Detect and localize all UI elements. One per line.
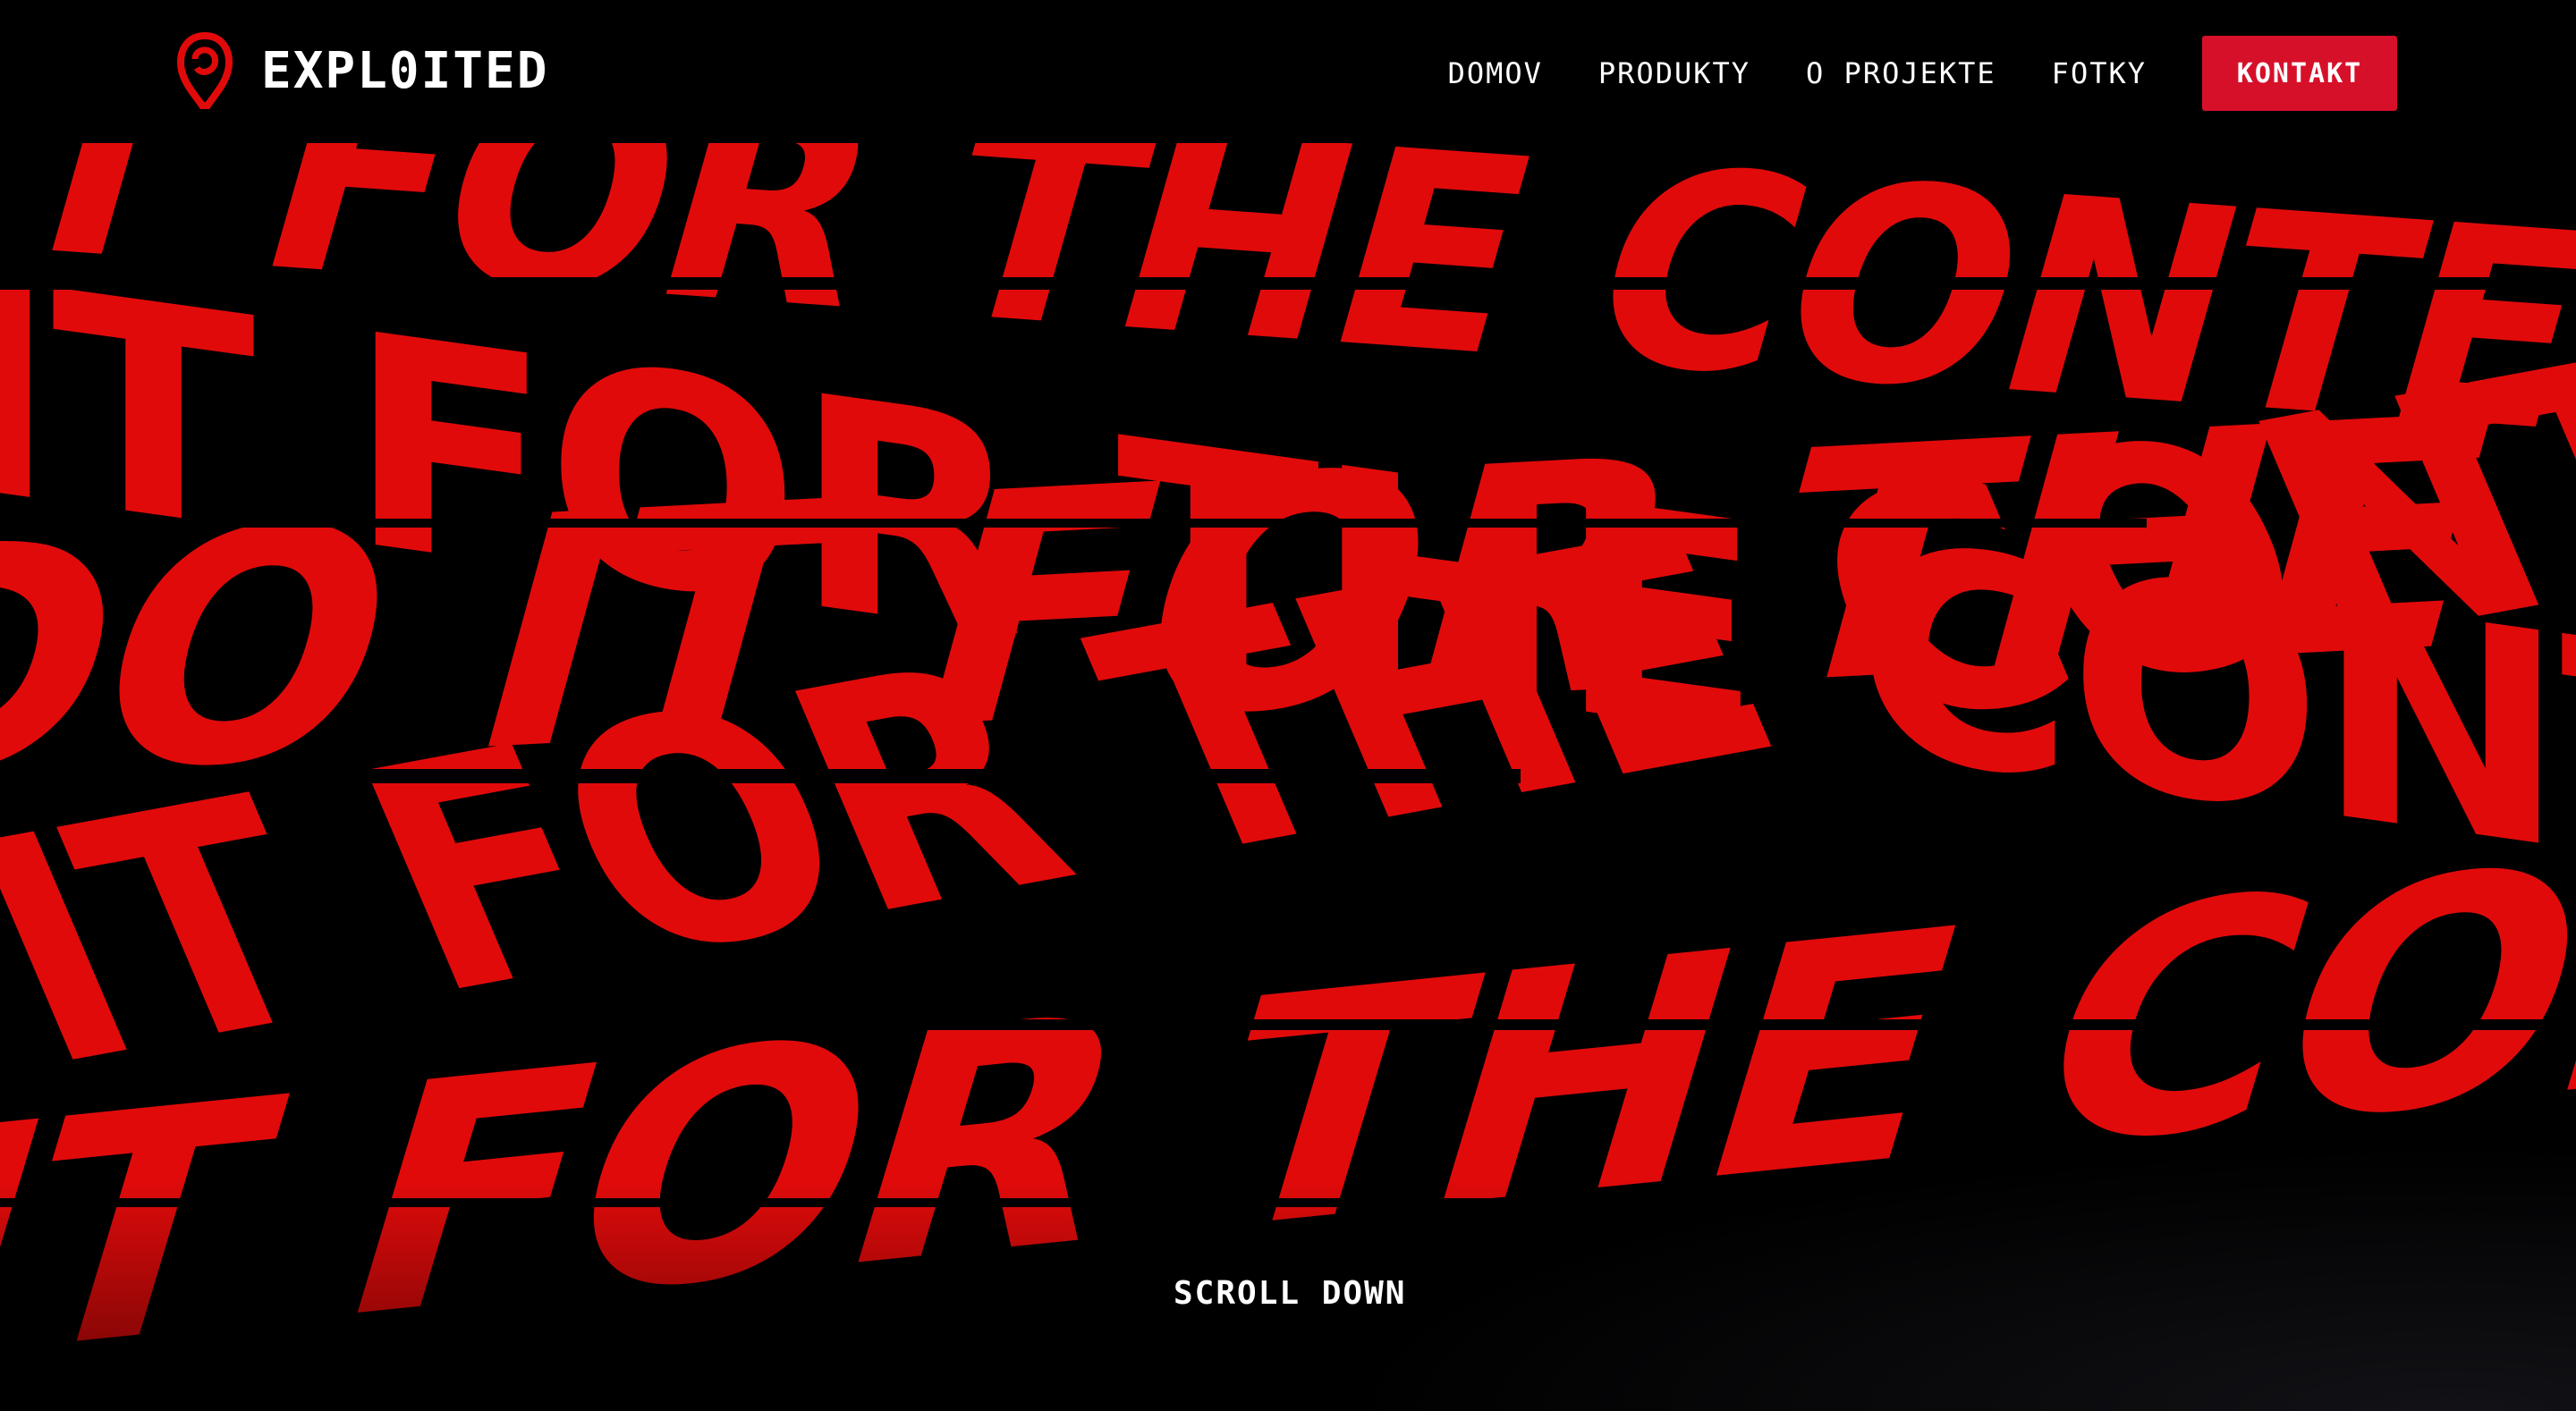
glitch-slice: [0, 769, 1521, 783]
nav-item-o-projekte[interactable]: O PROJEKTE: [1806, 56, 1996, 90]
hero-typography: IT FOR THE CONTENT IT FOR THE CONTENT DO…: [0, 143, 2576, 1411]
site-header: EXPL0ITED DOMOV PRODUKTY O PROJEKTE FOTK…: [0, 0, 2576, 143]
glitch-slice: [805, 1019, 2576, 1030]
scroll-down-link[interactable]: SCROLL DOWN: [1174, 1275, 1406, 1312]
page: IT FOR THE CONTENT IT FOR THE CONTENT DO…: [0, 0, 2576, 1411]
glitch-slice: [0, 277, 2576, 290]
corner-shade: [1324, 1143, 2576, 1411]
brand-name: EXPL0ITED: [261, 41, 549, 100]
nav-item-produkty[interactable]: PRODUKTY: [1598, 56, 1750, 90]
nav-item-fotky[interactable]: FOTKY: [2052, 56, 2147, 90]
contact-button[interactable]: KONTAKT: [2202, 36, 2397, 111]
logo-link[interactable]: EXPL0ITED: [175, 32, 548, 109]
main-nav: DOMOV PRODUKTY O PROJEKTE FOTKY KONTAKT: [1448, 36, 2397, 111]
nav-item-domov[interactable]: DOMOV: [1448, 56, 1543, 90]
pin-logo-icon: [176, 32, 233, 109]
glitch-slice: [179, 519, 2147, 528]
